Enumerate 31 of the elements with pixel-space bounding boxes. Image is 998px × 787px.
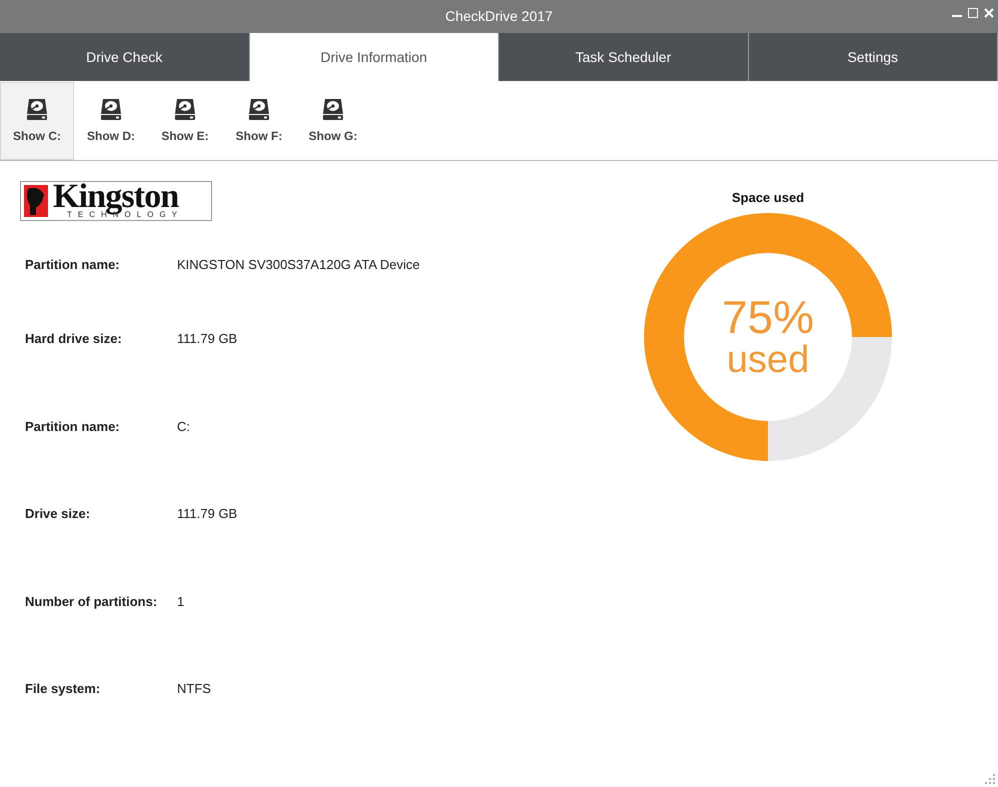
field-label: Drive size: (25, 505, 92, 524)
maximize-icon[interactable] (968, 8, 978, 18)
field-label: Partition name: (25, 418, 121, 436)
close-icon[interactable] (984, 8, 994, 18)
field-value: 111.79 GB (177, 330, 238, 348)
field-label: Hard drive size: (25, 330, 123, 348)
hard-drive-icon (100, 97, 122, 121)
drive-button[interactable]: Show C: (0, 82, 74, 160)
drive-button[interactable]: Show G: (296, 82, 370, 160)
drive-button[interactable]: Show D: (74, 82, 148, 160)
drive-button[interactable]: Show E: (148, 82, 222, 160)
tab[interactable]: Drive Information (250, 33, 499, 81)
window-title: CheckDrive 2017 (445, 7, 553, 26)
field-label: Partition name: (25, 256, 121, 274)
field-label: File system: (25, 680, 102, 698)
field-value: KINGSTON SV300S37A120G ATA Device (177, 256, 420, 274)
hard-drive-icon (248, 97, 270, 121)
hard-drive-icon (322, 97, 344, 121)
drive-button[interactable]: Show F: (222, 82, 296, 160)
field-value: 1 (177, 592, 184, 611)
field-value: NTFS (177, 680, 211, 698)
hard-drive-icon (174, 97, 196, 121)
hard-drive-icon (26, 97, 48, 121)
field-value: C: (177, 418, 190, 436)
percent-label: 75% (722, 294, 814, 340)
emblem-icon (22, 183, 50, 219)
resize-grip-icon[interactable] (985, 774, 995, 784)
chart-title: Space used (732, 189, 804, 207)
field-label: Number of partitions: (25, 592, 158, 611)
field-value: 111.79 GB (177, 505, 238, 524)
caption-label: used (726, 340, 810, 380)
